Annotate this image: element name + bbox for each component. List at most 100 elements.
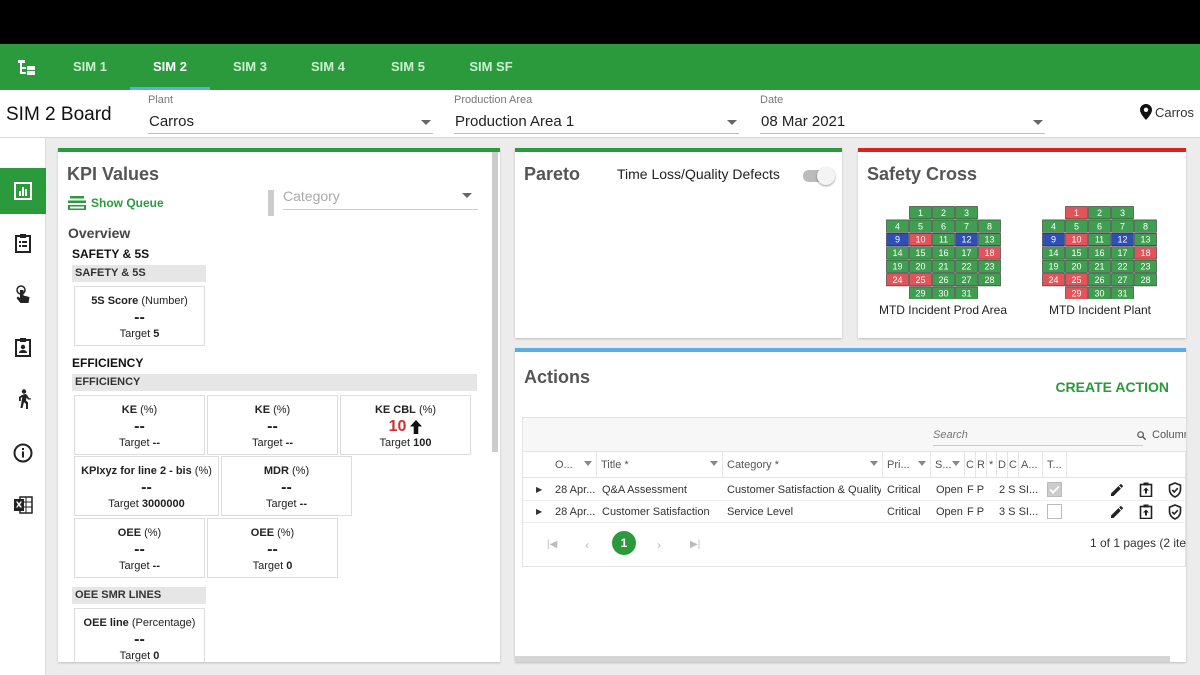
column-header-c2[interactable]: C — [1008, 452, 1019, 478]
kpi-target-label: Target — [119, 328, 151, 340]
shield-check-icon[interactable] — [1168, 482, 1182, 498]
safety-cross-prod-area[interactable]: 1 2 34 5 6 7 89 10 11 12 1314 15 16 17 1819 20 21 22 2324 2… — [886, 206, 1002, 299]
row-checkbox[interactable] — [1047, 482, 1062, 497]
safety-cross-day-number: 11 — [939, 235, 948, 245]
prev-page-icon[interactable]: ‹ — [585, 538, 589, 552]
kpi-tile-5s-score[interactable]: 5S Score (Number) -- Target 5 — [74, 286, 205, 346]
table-row[interactable]: ▶ 28 Apr... Customer Satisfaction Servic… — [523, 501, 1186, 523]
tab-sim-sf[interactable]: SIM SF — [460, 44, 522, 90]
production-area-value: Production Area 1 — [455, 113, 575, 130]
category-select[interactable]: Category — [283, 182, 478, 210]
sidebar-item-checklist[interactable] — [0, 220, 46, 266]
top-nav: SIM 1 SIM 2 SIM 3 SIM 4 SIM 5 SIM SF — [0, 44, 1200, 90]
pencil-edit-icon[interactable] — [1110, 505, 1124, 519]
tab-sim-5[interactable]: SIM 5 — [378, 44, 438, 90]
sidebar-item-touch[interactable] — [0, 272, 46, 318]
safety-cross-day-number: 30 — [938, 288, 948, 298]
kpi-scrollbar[interactable] — [492, 152, 498, 452]
safety-cross-plant[interactable]: 1 2 34 5 6 7 89 10 11 12 1314 15 16 17 1819 20 21 22 2324 2… — [1042, 206, 1158, 299]
safety-cross-day-number: 19 — [1048, 262, 1058, 272]
column-header-priority[interactable]: Pri... — [883, 452, 931, 478]
pencil-edit-icon[interactable] — [1110, 483, 1124, 497]
table-row[interactable]: ▶ 28 Apr... Q&A Assessment Customer Sati… — [523, 479, 1186, 501]
sidebar-item-dashboard[interactable] — [0, 168, 46, 214]
actions-horizontal-scrollbar[interactable] — [515, 656, 1170, 662]
date-select[interactable]: Date 08 Mar 2021 — [760, 94, 1045, 134]
kpi-name: KE CBL — [374, 404, 416, 416]
expand-row-icon[interactable]: ▶ — [536, 501, 542, 523]
column-header-t[interactable]: T... — [1043, 452, 1067, 478]
column-header-o[interactable]: O... — [551, 452, 597, 478]
chevron-down-icon — [421, 120, 431, 125]
first-page-icon[interactable]: |◀ — [547, 539, 557, 550]
column-header-status[interactable]: S... — [931, 452, 965, 478]
columns-button[interactable]: Columns — [1152, 429, 1186, 441]
column-header-c[interactable]: C — [965, 452, 976, 478]
tab-sim-2[interactable]: SIM 2 — [130, 44, 210, 90]
next-page-icon[interactable]: › — [657, 538, 661, 552]
clipboard-upload-icon[interactable] — [1139, 482, 1153, 497]
arrow-up-icon — [410, 420, 423, 434]
kpi-tile-oee-1[interactable]: OEE (%) -- Target -- — [74, 518, 205, 578]
show-queue-button[interactable]: Show Queue — [68, 196, 164, 210]
safety-cross-day-number: 16 — [1094, 248, 1104, 258]
row-cr: F P — [967, 484, 985, 496]
kpi-tile-ke-2[interactable]: KE (%) -- Target -- — [207, 395, 338, 455]
safety-cross-day-number: 16 — [938, 248, 948, 258]
chevron-down-icon — [1033, 120, 1043, 125]
clipboard-upload-icon[interactable] — [1139, 504, 1153, 519]
kpi-tile-oee-2[interactable]: OEE (%) -- Target 0 — [207, 518, 338, 578]
kpi-target-value: 0 — [286, 560, 293, 572]
pareto-title: Pareto — [524, 164, 581, 184]
safety-cross-day-number: 15 — [1071, 248, 1081, 258]
kpi-tile-ke-cbl[interactable]: KE CBL (%) 10 Target 100 — [340, 395, 471, 455]
kpi-target-label: Target — [252, 437, 283, 449]
last-page-icon[interactable]: ▶| — [690, 539, 700, 550]
kpi-target-value: 0 — [153, 650, 160, 662]
safety-cross-day-number: 14 — [892, 248, 902, 258]
sidebar-item-safety[interactable] — [0, 376, 46, 422]
tab-sim-4[interactable]: SIM 4 — [298, 44, 358, 90]
sidebar-item-excel-export[interactable] — [0, 482, 46, 528]
kpi-target-value: -- — [299, 498, 307, 510]
safety-cross-day-number: 19 — [892, 262, 902, 272]
safety-cross-day-number: 7 — [1120, 221, 1125, 231]
grid-header-row: O... Title * Category * Pri... S... C R … — [523, 452, 1186, 478]
oee-smr-section-bar: OEE SMR LINES — [72, 587, 206, 604]
kpi-tile-oee-line[interactable]: OEE line (Percentage) -- Target 0 — [74, 608, 205, 662]
hierarchy-menu-icon[interactable] — [16, 57, 38, 79]
filter-icon — [584, 461, 592, 466]
filter-bar: SIM 2 Board Plant Carros Production Area… — [0, 90, 1200, 138]
filter-icon — [710, 461, 718, 466]
column-header-title[interactable]: Title * — [597, 452, 723, 478]
plant-select[interactable]: Plant Carros — [148, 94, 433, 134]
shield-check-icon[interactable] — [1168, 504, 1182, 520]
search-input[interactable] — [933, 424, 1143, 446]
column-header-a[interactable]: A... — [1019, 452, 1043, 478]
tab-sim-1[interactable]: SIM 1 — [60, 44, 120, 90]
safety-cross-day-number: 28 — [984, 275, 994, 285]
expand-row-icon[interactable]: ▶ — [536, 479, 542, 501]
row-date: 28 Apr... — [555, 506, 595, 518]
create-action-button[interactable]: CREATE ACTION — [1055, 379, 1169, 395]
kpi-tile-mdr[interactable]: MDR (%) -- Target -- — [221, 456, 352, 516]
pareto-toggle[interactable] — [803, 167, 835, 185]
safety-cross-day-number: 8 — [987, 221, 992, 231]
row-priority: Critical — [887, 506, 921, 518]
column-header-star[interactable]: * — [987, 452, 997, 478]
production-area-label: Production Area — [454, 94, 533, 106]
column-header-d[interactable]: D — [997, 452, 1008, 478]
column-header-r[interactable]: R — [976, 452, 987, 478]
sidebar-item-info[interactable] — [0, 430, 46, 476]
column-header-category[interactable]: Category * — [723, 452, 883, 478]
row-checkbox[interactable] — [1047, 504, 1062, 519]
location-indicator[interactable]: Carros — [1139, 104, 1194, 120]
kpi-tile-kpixyz[interactable]: KPIxyz for line 2 - bis (%) -- Target 30… — [74, 456, 219, 516]
production-area-select[interactable]: Production Area Production Area 1 — [454, 94, 739, 134]
kpi-tile-ke-1[interactable]: KE (%) -- Target -- — [74, 395, 205, 455]
safety-cross-day-number: 4 — [1051, 221, 1056, 231]
tab-sim-3[interactable]: SIM 3 — [220, 44, 280, 90]
kpi-value: -- — [281, 479, 292, 496]
page-button-1[interactable]: 1 — [612, 531, 636, 555]
sidebar-item-assignments[interactable] — [0, 324, 46, 370]
